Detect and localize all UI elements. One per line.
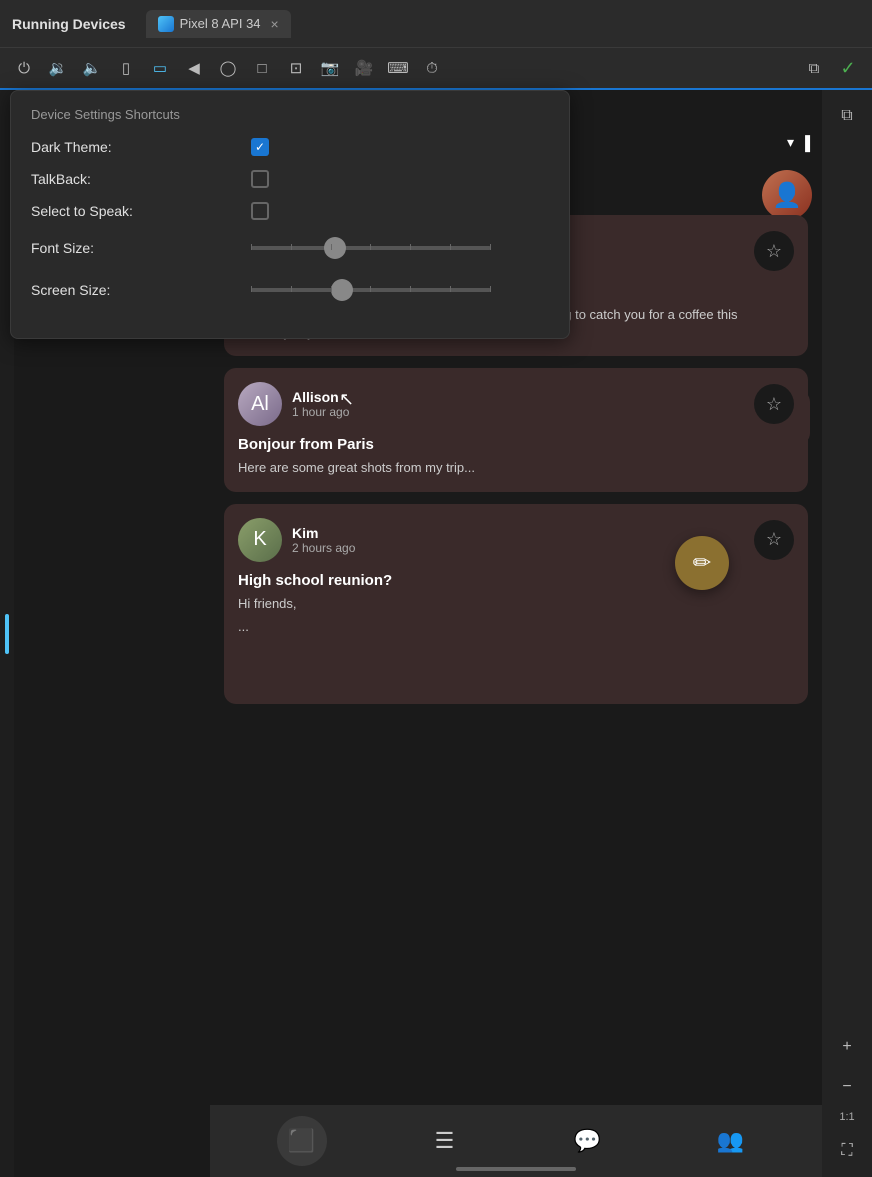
select-to-speak-checkbox[interactable] (251, 202, 269, 220)
screenshot-icon[interactable]: ⊡ (282, 54, 310, 82)
email-preview-kim: Hi friends, (238, 595, 794, 613)
avatar-allison: Al (238, 382, 282, 426)
talkback-setting: TalkBack: (31, 170, 549, 188)
star-button-kim[interactable]: ☆ (754, 520, 794, 560)
toolbar: ⏻ 🔉 🔈 ▯ ▭ ◀ ◯ □ ⊡ 📷 🎥 ⌨ ⏱ ⧉ ✓ (0, 48, 872, 90)
scroll-indicator (456, 1167, 576, 1171)
nav-item-inbox[interactable]: ⬛ (277, 1116, 327, 1166)
nav-item-chat[interactable]: 💬 (563, 1116, 613, 1166)
rotate-landscape-icon[interactable]: ▭ (146, 54, 174, 82)
power-icon[interactable]: ⏻ (10, 54, 38, 82)
font-size-slider-track (251, 246, 491, 250)
right-sidebar: ⧉ + − 1:1 ⛶ (822, 90, 872, 1177)
tab-device-icon (158, 16, 174, 32)
tab-close-button[interactable]: × (271, 16, 279, 32)
email-subject-allison: Bonjour from Paris (238, 436, 794, 453)
email-card-kim[interactable]: K Kim 2 hours ago ☆ High school reunion?… (224, 504, 808, 704)
left-indicator (5, 614, 9, 654)
star-button-allison[interactable]: ☆ (754, 384, 794, 424)
wifi-icon: ▾ (787, 134, 794, 151)
status-bar: ▾ ▐ (775, 130, 822, 155)
compose-icon: ✏ (693, 550, 711, 576)
zoom-ratio-label: 1:1 (839, 1111, 854, 1123)
contacts-icon: 👥 (717, 1128, 744, 1154)
screen-size-label: Screen Size: (31, 282, 251, 298)
star-icon-ali: ☆ (766, 241, 782, 262)
nav-item-contacts[interactable]: 👥 (706, 1116, 756, 1166)
dark-theme-label: Dark Theme: (31, 139, 251, 155)
battery-icon: ▐ (800, 135, 810, 151)
font-size-setting: Font Size: ↖ (31, 234, 549, 262)
font-size-label: Font Size: (31, 240, 251, 256)
select-to-speak-setting: Select to Speak: (31, 202, 549, 220)
volume-down-icon[interactable]: 🔈 (78, 54, 106, 82)
font-size-slider-container (251, 234, 491, 262)
screen-size-setting: Screen Size: (31, 276, 549, 304)
dark-theme-setting: Dark Theme: ✓ (31, 138, 549, 156)
compose-fab[interactable]: ✏ (740, 636, 794, 690)
top-bar: Running Devices Pixel 8 API 34 × (0, 0, 872, 48)
star-icon-kim: ☆ (766, 529, 782, 550)
sender-time-allison: 1 hour ago (292, 405, 754, 419)
keyboard-icon[interactable]: ⌨ (384, 54, 412, 82)
app-title: Running Devices (12, 16, 126, 32)
zoom-in-button[interactable]: + (831, 1031, 863, 1063)
zoom-out-button[interactable]: − (831, 1071, 863, 1103)
home-icon[interactable]: ◯ (214, 54, 242, 82)
sender-name-allison: Allison (292, 389, 754, 405)
avatar-kim: K (238, 518, 282, 562)
tab-label: Pixel 8 API 34 (180, 16, 261, 31)
recents-icon[interactable]: □ (248, 54, 276, 82)
email-card-allison[interactable]: Al Allison 1 hour ago ☆ Bonjour from Par… (224, 368, 808, 491)
screen-size-slider-container (251, 276, 491, 304)
talkback-checkbox[interactable] (251, 170, 269, 188)
nav-item-list[interactable]: ☰ (420, 1116, 470, 1166)
star-icon-allison: ☆ (766, 394, 782, 415)
inbox-icon: ⬛ (288, 1128, 315, 1154)
volume-up-icon[interactable]: 🔉 (44, 54, 72, 82)
email-preview-allison: Here are some great shots from my trip..… (238, 459, 794, 477)
device-settings-title: Device Settings Shortcuts (31, 107, 549, 122)
chat-icon: 💬 (574, 1128, 601, 1154)
select-to-speak-label: Select to Speak: (31, 203, 251, 219)
device-settings-panel: Device Settings Shortcuts Dark Theme: ✓ … (10, 90, 570, 339)
screen-size-slider-track (251, 288, 491, 292)
timer-icon[interactable]: ⏱ (418, 54, 446, 82)
checkmark-icon[interactable]: ✓ (834, 54, 862, 82)
star-button-ali[interactable]: ☆ (754, 231, 794, 271)
screen-mirror-icon[interactable]: ⧉ (800, 54, 828, 82)
camera-icon[interactable]: 📷 (316, 54, 344, 82)
slider-ticks (251, 244, 491, 250)
dark-theme-checkbox[interactable]: ✓ (251, 138, 269, 156)
fullscreen-button[interactable]: ⛶ (831, 1135, 863, 1167)
screen-size-slider-ticks (251, 286, 491, 292)
back-icon[interactable]: ◀ (180, 54, 208, 82)
device-tab[interactable]: Pixel 8 API 34 × (146, 10, 291, 38)
sender-name-kim: Kim (292, 525, 754, 541)
video-icon[interactable]: 🎥 (350, 54, 378, 82)
rotate-portrait-icon[interactable]: ▯ (112, 54, 140, 82)
email-ellipsis-kim: ... (238, 619, 794, 634)
mirror-screen-button[interactable]: ⧉ (831, 100, 863, 132)
list-icon: ☰ (435, 1128, 455, 1154)
talkback-label: TalkBack: (31, 171, 251, 187)
